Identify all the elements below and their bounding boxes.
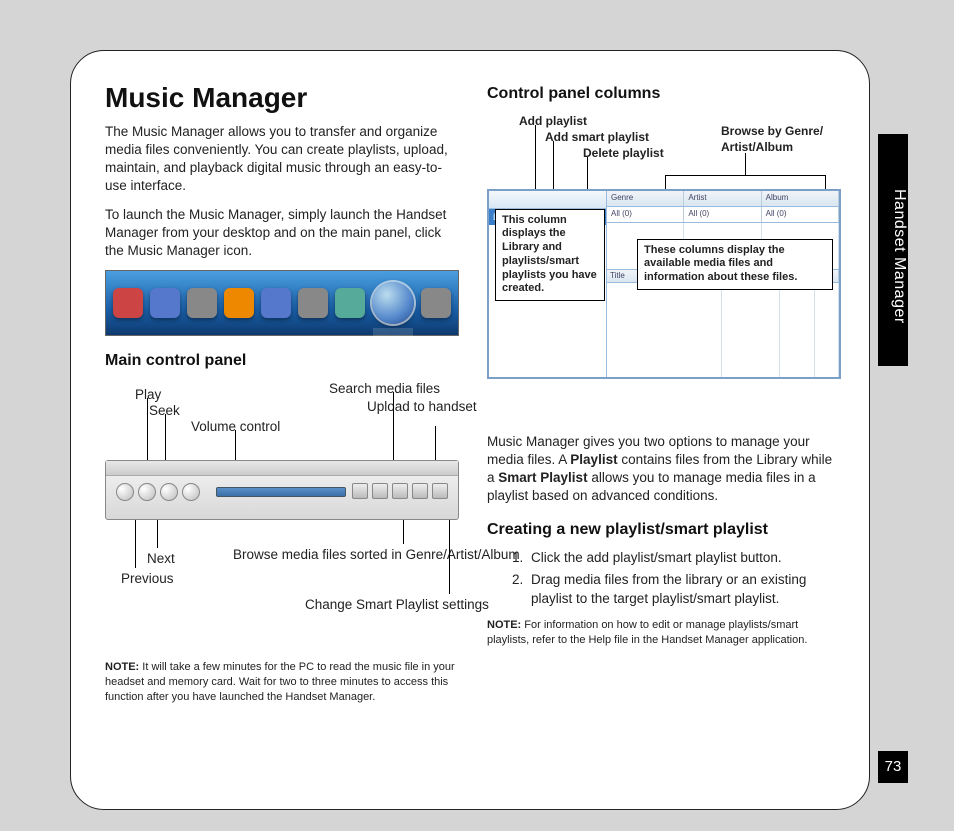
main-control-panel-heading: Main control panel [105,350,459,372]
dock-icon [335,288,365,318]
page-number: 73 [878,751,908,783]
control-panel-screenshot [105,460,459,520]
label-add-smart-playlist: Add smart playlist [545,129,649,145]
control-panel-columns-heading: Control panel columns [487,83,835,105]
creating-playlist-steps: Click the add playlist/smart playlist bu… [527,549,835,608]
label-previous: Previous [121,570,174,588]
dock-icon [224,288,254,318]
note-1: NOTE: It will take a few minutes for the… [105,660,459,705]
control-panel-diagram: Play Seek Volume control Search media fi… [105,380,459,660]
page-title: Music Manager [105,79,459,117]
intro-paragraph-2: To launch the Music Manager, simply laun… [105,206,459,261]
cell: All (0) [684,207,761,222]
section-tab: Handset Manager [878,134,908,366]
label-delete-playlist: Delete playlist [583,145,664,161]
cell: All (0) [762,207,839,222]
dock-icon [421,288,451,318]
music-manager-icon [372,282,414,324]
dock-icon [261,288,291,318]
label-upload: Upload to handset [367,398,457,416]
step-2: Drag media files from the library or an … [527,571,835,607]
callout-right-columns: These columns display the available medi… [637,239,833,290]
label-add-playlist: Add playlist [519,113,587,129]
label-browse: Browse media files sorted in Genre/Artis… [233,546,453,564]
dock-icon [187,288,217,318]
col-artist: Artist [684,191,761,206]
label-smart-settings: Change Smart Playlist settings [305,596,465,614]
right-column: Control panel columns Add playlist Add s… [487,79,835,789]
columns-diagram: Add playlist Add smart playlist Delete p… [487,113,835,393]
manual-page: Music Manager The Music Manager allows y… [70,50,870,810]
label-search: Search media files [329,380,440,398]
label-browse-by: Browse by Genre/ Artist/Album [721,123,841,155]
dock-icon [150,288,180,318]
dock-icon [298,288,328,318]
dock-icon [113,288,143,318]
label-next: Next [147,550,175,568]
note-2: NOTE: For information on how to edit or … [487,618,835,648]
intro-paragraph-1: The Music Manager allows you to transfer… [105,123,459,196]
step-1: Click the add playlist/smart playlist bu… [527,549,835,567]
app-dock-illustration [105,270,459,336]
creating-playlist-heading: Creating a new playlist/smart playlist [487,519,835,541]
cell: All (0) [607,207,684,222]
col-genre: Genre [607,191,684,206]
callout-left-column: This column displays the Library and pla… [495,209,605,302]
col-album: Album [762,191,839,206]
left-column: Music Manager The Music Manager allows y… [105,79,459,789]
playlist-paragraph: Music Manager gives you two options to m… [487,433,835,506]
